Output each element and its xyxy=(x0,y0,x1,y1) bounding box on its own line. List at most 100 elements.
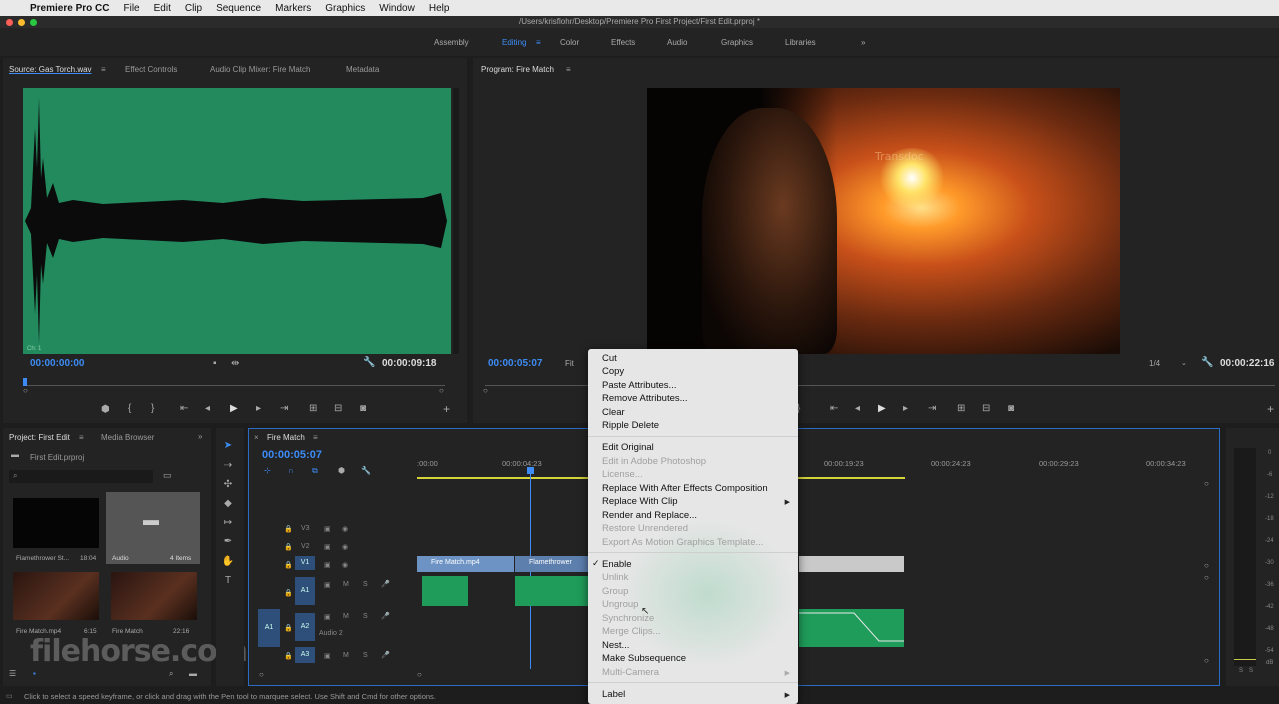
tab-effect-controls[interactable]: Effect Controls xyxy=(125,65,177,74)
icon-view-icon[interactable]: ▪ xyxy=(33,669,36,678)
export-frame-icon[interactable]: ◙ xyxy=(360,403,366,414)
menu-item-render-replace[interactable]: Render and Replace... xyxy=(602,510,697,521)
track-label-v1[interactable]: V1 xyxy=(295,556,315,570)
drag-video-icon[interactable]: ▪ xyxy=(213,358,217,369)
project-item-thumbnail[interactable] xyxy=(111,572,197,620)
minimize-window-button[interactable] xyxy=(18,19,25,26)
menu-item-replace-ae[interactable]: Replace With After Effects Composition xyxy=(602,483,768,494)
project-overflow-icon[interactable]: » xyxy=(198,432,202,441)
v1-eye-icon[interactable]: ◉ xyxy=(342,561,348,569)
program-video-frame[interactable]: Transdoc xyxy=(647,88,1120,354)
project-tab-menu-icon[interactable]: ≡ xyxy=(79,433,84,442)
track-label-a3[interactable]: A3 xyxy=(295,647,315,663)
program-play-icon[interactable]: ▶ xyxy=(878,403,886,414)
source-zoom-right-handle[interactable]: ○ xyxy=(439,386,444,395)
track-label-a1[interactable]: A1 xyxy=(295,577,315,605)
project-search-icon[interactable]: ⌕ xyxy=(169,669,173,679)
a3-solo-button[interactable]: S xyxy=(363,652,368,659)
a2-sync-icon[interactable]: ▣ xyxy=(324,613,331,621)
mark-out-icon[interactable]: } xyxy=(151,403,154,414)
program-export-frame-icon[interactable]: ◙ xyxy=(1008,403,1014,414)
timeline-scroll-bottom-handle[interactable]: ○ xyxy=(1204,656,1209,665)
program-step-forward-icon[interactable]: ▸ xyxy=(903,403,908,414)
ripple-edit-tool-icon[interactable]: ✣ xyxy=(221,479,235,490)
timeline-settings-icon[interactable]: 🔧 xyxy=(361,466,371,475)
mark-in-icon[interactable]: { xyxy=(128,403,131,414)
workspace-color[interactable]: Color xyxy=(560,38,579,47)
timeline-scroll-mid-handle[interactable]: ○ xyxy=(1204,561,1209,570)
program-zoom-left-handle[interactable]: ○ xyxy=(483,386,488,395)
a1-mute-button[interactable]: M xyxy=(343,581,349,588)
lift-icon[interactable]: ⊞ xyxy=(957,403,965,414)
timeline-zoom-left-handle[interactable]: ○ xyxy=(259,670,264,679)
a1-mic-icon[interactable]: 🎤 xyxy=(381,580,390,588)
v3-sync-icon[interactable]: ▣ xyxy=(324,525,331,533)
insert-icon[interactable]: ⊞ xyxy=(309,403,317,414)
menu-item-enable[interactable]: Enable xyxy=(602,559,632,570)
menu-item-ripple-delete[interactable]: Ripple Delete xyxy=(602,420,659,431)
video-clip-selected[interactable] xyxy=(799,556,904,572)
workspace-editing[interactable]: Editing xyxy=(502,38,526,47)
v3-eye-icon[interactable]: ◉ xyxy=(342,525,348,533)
tab-metadata[interactable]: Metadata xyxy=(346,65,379,74)
a3-mute-button[interactable]: M xyxy=(343,652,349,659)
menu-file[interactable]: File xyxy=(123,3,139,14)
step-forward-icon[interactable]: ▸ xyxy=(256,403,261,414)
tab-menu-icon[interactable]: ≡ xyxy=(101,65,106,74)
linked-selection-icon[interactable]: ⧉ xyxy=(312,466,318,476)
menu-clip[interactable]: Clip xyxy=(185,3,202,14)
timeline-close-icon[interactable]: × xyxy=(254,433,259,442)
timeline-timecode[interactable]: 00:00:05:07 xyxy=(262,449,322,461)
workspace-audio[interactable]: Audio xyxy=(667,38,687,47)
a1-sync-icon[interactable]: ▣ xyxy=(324,581,331,589)
go-to-in-icon[interactable]: ⇤ xyxy=(180,403,188,414)
menu-item-cut[interactable]: Cut xyxy=(602,353,617,364)
slip-tool-icon[interactable]: ↦ xyxy=(221,517,235,528)
waveform-display[interactable]: Ch: 1 xyxy=(23,88,451,354)
project-new-bin-icon[interactable]: ▬ xyxy=(189,669,197,678)
program-go-to-out-icon[interactable]: ⇥ xyxy=(928,403,936,414)
pen-tool-icon[interactable]: ✒ xyxy=(221,536,235,547)
step-back-icon[interactable]: ◂ xyxy=(205,403,210,414)
project-item-thumbnail[interactable] xyxy=(13,572,99,620)
source-scrollbar[interactable] xyxy=(453,88,459,354)
hand-tool-icon[interactable]: ✋ xyxy=(221,556,235,567)
playhead-handle[interactable] xyxy=(527,467,534,474)
menu-help[interactable]: Help xyxy=(429,3,450,14)
extract-icon[interactable]: ⊟ xyxy=(982,403,990,414)
timeline-zoom-right-handle[interactable]: ○ xyxy=(417,670,422,679)
a2-solo-button[interactable]: S xyxy=(363,613,368,620)
timeline-scroll-mid2-handle[interactable]: ○ xyxy=(1204,573,1209,582)
a3-mic-icon[interactable]: 🎤 xyxy=(381,651,390,659)
audio-clip[interactable] xyxy=(515,576,589,606)
drag-audio-icon[interactable]: ⇹ xyxy=(231,358,239,369)
a2-mute-button[interactable]: M xyxy=(343,613,349,620)
nest-toggle-icon[interactable]: ⊹ xyxy=(264,466,271,475)
meter-solo-right[interactable]: S xyxy=(1249,668,1253,674)
menu-item-make-subsequence[interactable]: Make Subsequence xyxy=(602,653,686,664)
source-timeline-bar[interactable] xyxy=(25,385,445,386)
a3-lock-icon[interactable]: 🔒 xyxy=(284,652,293,660)
tab-program[interactable]: Program: Fire Match xyxy=(481,65,554,74)
add-marker-icon[interactable]: ⬢ xyxy=(101,404,110,415)
resolution-chevron-icon[interactable]: ⌄ xyxy=(1181,359,1187,367)
workspace-libraries[interactable]: Libraries xyxy=(785,38,816,47)
v2-eye-icon[interactable]: ◉ xyxy=(342,543,348,551)
a1-solo-button[interactable]: S xyxy=(363,581,368,588)
snap-icon[interactable]: ∩ xyxy=(288,466,294,475)
workspace-menu-icon[interactable]: ≡ xyxy=(536,38,541,47)
menu-item-nest[interactable]: Nest... xyxy=(602,640,629,651)
meter-solo-left[interactable]: S xyxy=(1239,668,1243,674)
a1-lock-icon[interactable]: 🔒 xyxy=(284,589,293,597)
fit-dropdown[interactable]: Fit xyxy=(565,359,574,368)
workspace-assembly[interactable]: Assembly xyxy=(434,38,469,47)
track-label-a2[interactable]: A2 xyxy=(295,613,315,641)
workspace-overflow-icon[interactable]: » xyxy=(861,38,865,47)
button-editor-plus-icon[interactable]: + xyxy=(443,402,450,416)
tab-project[interactable]: Project: First Edit xyxy=(9,433,70,442)
v1-lock-icon[interactable]: 🔒 xyxy=(284,561,293,569)
a3-sync-icon[interactable]: ▣ xyxy=(324,652,331,660)
source-patch-a1[interactable]: A1 xyxy=(258,609,280,647)
wrench-icon[interactable]: 🔧 xyxy=(363,357,375,368)
program-button-editor-plus-icon[interactable]: + xyxy=(1267,402,1274,416)
